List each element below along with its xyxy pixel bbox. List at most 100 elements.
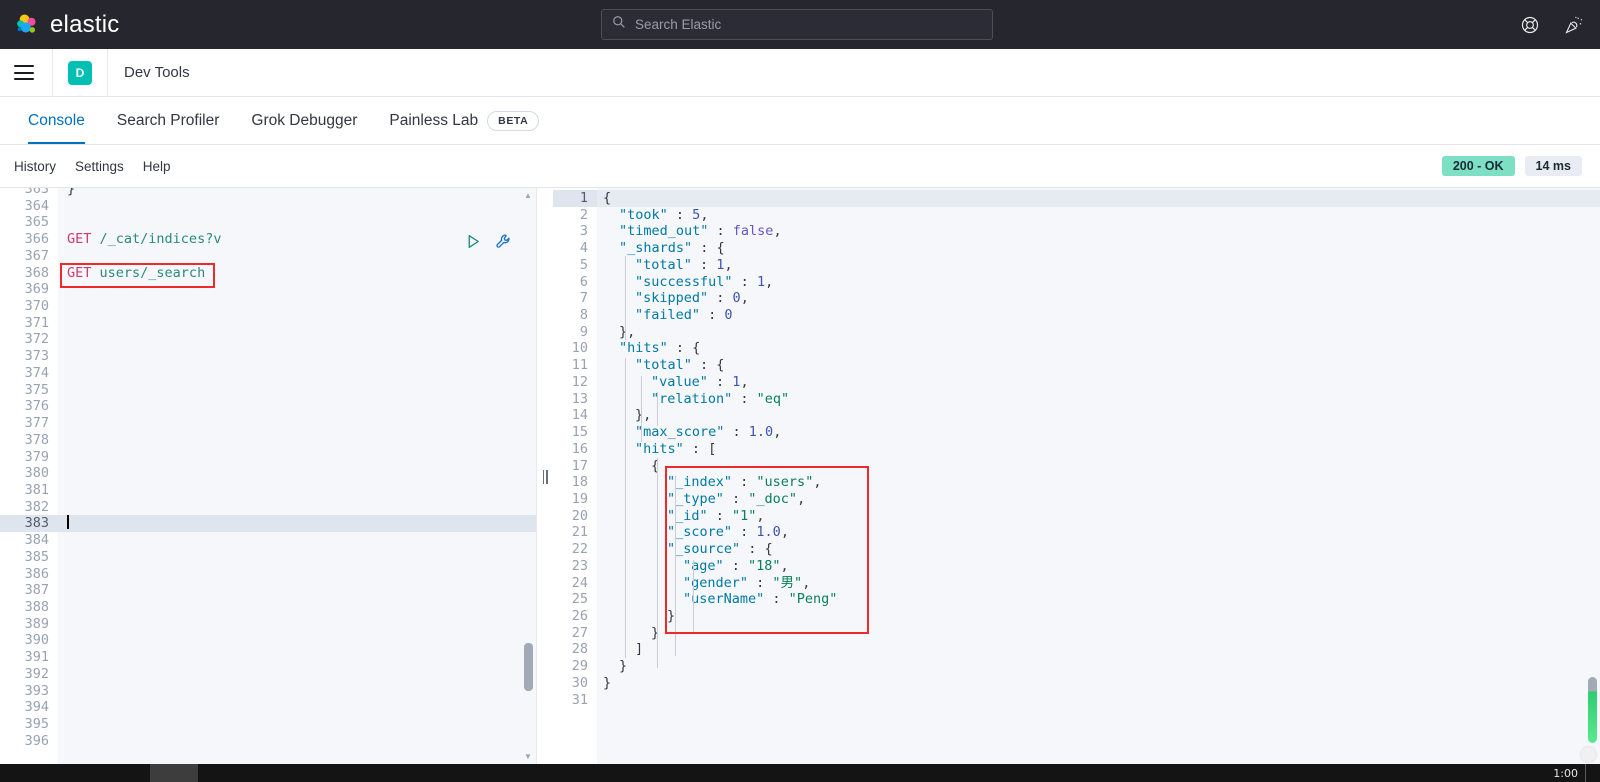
tab-console[interactable]: Console	[12, 97, 101, 144]
response-code-line[interactable]: "hits" : {	[597, 340, 1600, 357]
request-editor-pane[interactable]: 363 364 365 366 367 368 369 370 371 372 373 374 375 3…	[0, 188, 537, 765]
request-code-line[interactable]	[58, 248, 536, 265]
response-code-line[interactable]: }	[597, 675, 1600, 692]
tab-painless-lab[interactable]: Painless Lab BETA	[373, 97, 555, 144]
global-search-input[interactable]: Search Elastic	[601, 9, 993, 40]
request-code-line[interactable]	[58, 348, 536, 365]
request-code-line[interactable]	[58, 398, 536, 415]
response-code-line[interactable]: "timed_out" : false,	[597, 223, 1600, 240]
request-code-line[interactable]	[58, 515, 536, 533]
request-code-line[interactable]	[58, 566, 536, 583]
request-code-line[interactable]	[58, 365, 536, 382]
tab-grok-debugger[interactable]: Grok Debugger	[235, 97, 373, 144]
request-editor[interactable]: 363 364 365 366 367 368 369 370 371 372 373 374 375 3…	[0, 188, 536, 765]
request-code-line[interactable]	[58, 482, 536, 499]
request-code-line[interactable]	[58, 616, 536, 633]
request-code-line[interactable]	[58, 549, 536, 566]
response-pane[interactable]: 1 2 3 4 5 6 7 8 9 10 11 12 13 14 15 16 17 18 19 20 21 22 23 24 2…	[553, 188, 1600, 765]
breadcrumb-dev-tools[interactable]: Dev Tools	[124, 64, 190, 81]
response-code-line[interactable]: {	[597, 190, 1600, 207]
response-code-line[interactable]: "relation" : "eq"	[597, 391, 1600, 408]
response-code-line[interactable]: "_shards" : {	[597, 240, 1600, 257]
request-code-line[interactable]	[58, 499, 536, 516]
panel-resizer[interactable]	[537, 188, 553, 765]
request-code-line[interactable]	[58, 599, 536, 616]
scroll-up-icon[interactable]: ▲	[524, 192, 532, 200]
request-code-line[interactable]	[58, 632, 536, 649]
request-scrollbar[interactable]: ▲ ▼	[520, 188, 536, 765]
response-code-line[interactable]: "value" : 1,	[597, 374, 1600, 391]
json-token: "18"	[748, 557, 781, 574]
request-code-line[interactable]	[58, 214, 536, 231]
request-code-line[interactable]: GET users/_search	[58, 265, 536, 282]
response-code-line[interactable]: "age" : "18",	[597, 558, 1600, 575]
request-code-line[interactable]	[58, 666, 536, 683]
response-code-line[interactable]: "total" : 1,	[597, 257, 1600, 274]
request-code[interactable]: } GET /_cat/indices?v GET users/_search	[58, 188, 536, 765]
request-code-line[interactable]	[58, 649, 536, 666]
request-code-line[interactable]	[58, 382, 536, 399]
response-code-line[interactable]: "skipped" : 0,	[597, 290, 1600, 307]
request-code-line[interactable]: }	[58, 188, 536, 198]
response-code-line[interactable]: "_source" : {	[597, 541, 1600, 558]
response-code-line[interactable]: "total" : {	[597, 357, 1600, 374]
response-line-number: 8	[579, 307, 588, 324]
scroll-down-icon[interactable]: ▼	[524, 753, 532, 761]
response-code-line[interactable]: "_type" : "_doc",	[597, 491, 1600, 508]
response-code-line[interactable]: }	[597, 658, 1600, 675]
console-menu-history[interactable]: History	[14, 159, 56, 174]
request-scroll-thumb[interactable]	[524, 643, 533, 691]
response-scroll-thumb[interactable]	[1588, 677, 1597, 743]
response-code-line[interactable]: }	[597, 625, 1600, 642]
response-editor[interactable]: 1 2 3 4 5 6 7 8 9 10 11 12 13 14 15 16 17 18 19 20 21 22 23 24 2…	[553, 188, 1600, 765]
request-line-number: 374	[24, 364, 49, 381]
request-code-line[interactable]	[58, 449, 536, 466]
response-code-line[interactable]	[597, 692, 1600, 709]
space-avatar[interactable]: D	[68, 60, 92, 85]
response-code-line[interactable]: "_index" : "users",	[597, 474, 1600, 491]
wrench-settings-icon[interactable]	[495, 233, 512, 250]
life-ring-help-icon[interactable]	[1520, 15, 1540, 35]
response-code-line[interactable]: "hits" : [	[597, 441, 1600, 458]
response-code-line[interactable]: "max_score" : 1.0,	[597, 424, 1600, 441]
request-code-line[interactable]	[58, 415, 536, 432]
response-code-line[interactable]: ]	[597, 641, 1600, 658]
json-token: :	[723, 490, 749, 507]
response-code-line[interactable]: },	[597, 407, 1600, 424]
request-code-line[interactable]	[58, 699, 536, 716]
taskbar-window-item[interactable]	[150, 764, 198, 782]
brand[interactable]: elastic	[0, 11, 119, 39]
response-code-line[interactable]: "successful" : 1,	[597, 274, 1600, 291]
console-menu-help[interactable]: Help	[143, 159, 171, 174]
json-token: "_score"	[667, 524, 733, 541]
request-code-line[interactable]	[58, 331, 536, 348]
response-code-line[interactable]: }	[597, 608, 1600, 625]
console-menu-settings[interactable]: Settings	[75, 159, 124, 174]
request-code-line[interactable]	[58, 716, 536, 733]
response-code-line[interactable]: "took" : 5,	[597, 207, 1600, 224]
response-code-line[interactable]: },	[597, 324, 1600, 341]
play-run-request-icon[interactable]	[465, 233, 482, 250]
request-code-line[interactable]	[58, 315, 536, 332]
request-line-number: 389	[24, 615, 49, 632]
request-line-number: 380	[24, 465, 49, 482]
response-code-line[interactable]: "userName" : "Peng"	[597, 591, 1600, 608]
response-code-line[interactable]: {	[597, 458, 1600, 475]
request-code-line[interactable]	[58, 532, 536, 549]
response-code-line[interactable]: "failed" : 0	[597, 307, 1600, 324]
request-code-line[interactable]	[58, 198, 536, 215]
request-code-line[interactable]	[58, 465, 536, 482]
tab-search-profiler[interactable]: Search Profiler	[101, 97, 236, 144]
response-code-line[interactable]: "_score" : 1.0,	[597, 524, 1600, 541]
response-code-line[interactable]: "_id" : "1",	[597, 508, 1600, 525]
request-code-line[interactable]	[58, 432, 536, 449]
request-code-line[interactable]	[58, 582, 536, 599]
hamburger-menu-icon[interactable]	[14, 65, 34, 80]
request-code-line[interactable]	[58, 298, 536, 315]
response-code-line[interactable]: "gender" : "男",	[597, 575, 1600, 592]
request-code-line[interactable]	[58, 733, 536, 750]
response-code[interactable]: {"took" : 5, "timed_out" : false, "_shards…	[597, 188, 1600, 765]
request-code-line[interactable]	[58, 281, 536, 298]
request-code-line[interactable]	[58, 683, 536, 700]
party-popper-announcements-icon[interactable]	[1564, 15, 1584, 35]
